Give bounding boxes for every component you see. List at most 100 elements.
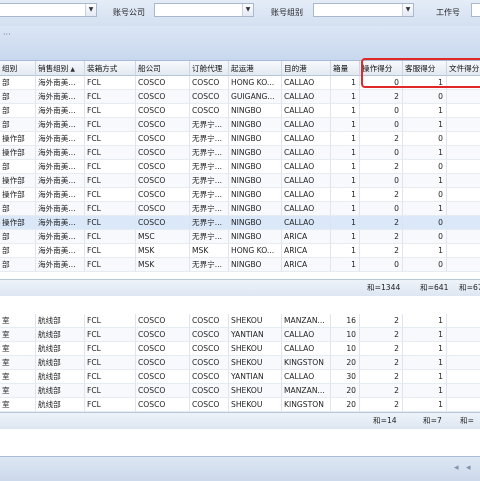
column-header-destination-port[interactable]: 目的港 xyxy=(282,61,331,76)
table-row[interactable]: 部海外南美... FCL COSCO 无界宁... NINGBO CALLAO 1 0 1 xyxy=(0,118,480,132)
table-row[interactable]: 室航线部 FCL COSCO COSCO SHEKOU CALLAO 10 2 1 xyxy=(0,342,480,356)
cell-group: 部 xyxy=(0,90,36,104)
cell-group: 室 xyxy=(0,370,36,384)
prev-page-icon[interactable]: ◂ xyxy=(466,463,471,473)
cell-carrier: COSCO xyxy=(136,104,190,118)
cell-destination-port: CALLAO xyxy=(282,370,331,384)
cell-service-score: 1 xyxy=(403,244,447,258)
cell-carrier: COSCO xyxy=(136,342,190,356)
cell-service-score: 1 xyxy=(403,146,447,160)
table-row[interactable]: 部海外南美... FCL MSK 无界宁... NINGBO ARICA 1 0 0 xyxy=(0,258,480,272)
table-row[interactable]: 操作部 海外南美... FCL COSCO 无界宁... NINGBO CALLAO 1 0 1 xyxy=(0,146,480,160)
cell-container-qty: 1 xyxy=(331,132,360,146)
grid-separator xyxy=(0,296,480,310)
cell-document-score xyxy=(447,230,480,244)
column-header-carrier[interactable]: 船公司 xyxy=(136,61,190,76)
table-row[interactable]: 部海外南美... FCL COSCO 无界宁... NINGBO CALLAO 1 0 1 xyxy=(0,202,480,216)
account-company-select[interactable]: ▼ xyxy=(154,3,254,17)
cell-carrier: COSCO xyxy=(136,174,190,188)
cell-booking-agent: COSCO xyxy=(190,104,229,118)
cell-sales-group: 航线部 xyxy=(36,314,85,328)
cell-origin-port: NINGBO xyxy=(229,118,282,132)
cell-destination-port: MANZAN... xyxy=(282,314,331,328)
cell-destination-port: CALLAO xyxy=(282,104,331,118)
column-header-group[interactable]: 组别 xyxy=(0,61,36,76)
cell-operation-score: 2 xyxy=(360,342,403,356)
table-row[interactable]: 操作部 海外南美... FCL COSCO 无界宁... NINGBO CALLAO 1 2 0 xyxy=(0,132,480,146)
account-group-select[interactable]: ▼ xyxy=(313,3,414,17)
sum-operation-score: 和=1344 xyxy=(367,283,401,292)
cell-sales-group: 海外南美... xyxy=(36,76,85,90)
cell-destination-port: CALLAO xyxy=(282,174,331,188)
cell-group: 室 xyxy=(0,384,36,398)
cell-booking-agent: 无界宁... xyxy=(190,188,229,202)
dropdown-arrow-icon[interactable]: ▼ xyxy=(402,4,413,16)
table-row[interactable]: 部海外南美... FCL MSK MSK HONG KO... ARICA 1 2 1 xyxy=(0,244,480,258)
cell-carrier: COSCO xyxy=(136,202,190,216)
cell-destination-port: CALLAO xyxy=(282,188,331,202)
cell-carrier: COSCO xyxy=(136,118,190,132)
table-row[interactable]: 操作部 海外南美... FCL COSCO 无界宁... NINGBO CALLAO 1 0 1 xyxy=(0,174,480,188)
table-row[interactable]: 操作部 海外南美... FCL COSCO 无界宁... NINGBO CALLAO 1 2 0 xyxy=(0,216,480,230)
filter-input-1[interactable]: ▼ xyxy=(0,3,97,17)
first-page-icon[interactable]: ◂ xyxy=(454,463,459,473)
toolbar-dots-icon[interactable]: ··· xyxy=(3,30,11,39)
cell-packing: FCL xyxy=(85,104,136,118)
cell-origin-port: SHEKOU xyxy=(229,356,282,370)
cell-carrier: COSCO xyxy=(136,314,190,328)
table-row[interactable]: 室航线部 FCL COSCO COSCO SHEKOU KINGSTON 20 2 1 xyxy=(0,356,480,370)
cell-sales-group: 海外南美... xyxy=(36,160,85,174)
table-row[interactable]: 室航线部 FCL COSCO COSCO SHEKOU KINGSTON 20 2 1 xyxy=(0,398,480,412)
column-header-container-qty[interactable]: 箱量 xyxy=(331,61,360,76)
column-header-sales-group[interactable]: 销售组别 ▲ xyxy=(36,61,85,76)
cell-booking-agent: 无界宁... xyxy=(190,216,229,230)
cell-packing: FCL xyxy=(85,216,136,230)
table-row[interactable]: 操作部 海外南美... FCL COSCO 无界宁... NINGBO CALLAO 1 2 0 xyxy=(0,188,480,202)
cell-sales-group: 海外南美... xyxy=(36,118,85,132)
cell-group: 操作部 xyxy=(0,188,36,202)
cell-operation-score: 2 xyxy=(360,90,403,104)
table-row[interactable]: 室航线部 FCL COSCO COSCO SHEKOU MANZAN... 20 2 1 xyxy=(0,384,480,398)
table-row[interactable]: 部海外南美... FCL COSCO COSCO GUIGANG... CALLAO 1 2 0 xyxy=(0,90,480,104)
table-row[interactable]: 部海外南美... FCL MSC 无界宁... NINGBO ARICA 1 2 0 xyxy=(0,230,480,244)
cell-origin-port: YANTIAN xyxy=(229,328,282,342)
cell-group: 操作部 xyxy=(0,174,36,188)
cell-service-score: 0 xyxy=(403,160,447,174)
sort-ascending-icon[interactable]: ▲ xyxy=(70,66,75,73)
table-row[interactable]: 部海外南美... FCL COSCO 无界宁... NINGBO CALLAO 1 2 0 xyxy=(0,160,480,174)
cell-sales-group: 航线部 xyxy=(36,370,85,384)
cell-carrier: MSK xyxy=(136,258,190,272)
column-header-label: 船公司 xyxy=(138,64,161,73)
table-row[interactable]: 部海外南美... FCL COSCO COSCO NINGBO CALLAO 1 0 1 xyxy=(0,104,480,118)
cell-booking-agent: 无界宁... xyxy=(190,230,229,244)
cell-document-score xyxy=(447,356,480,370)
cell-service-score: 1 xyxy=(403,104,447,118)
cell-origin-port: NINGBO xyxy=(229,104,282,118)
column-header-origin-port[interactable]: 起运港 xyxy=(229,61,282,76)
cell-container-qty: 1 xyxy=(331,230,360,244)
cell-container-qty: 20 xyxy=(331,356,360,370)
column-header-label: 销售组别 xyxy=(38,64,69,73)
table-row[interactable]: 室航线部 FCL COSCO COSCO YANTIAN CALLAO 30 2 1 xyxy=(0,370,480,384)
dropdown-arrow-icon[interactable]: ▼ xyxy=(242,4,253,16)
cell-document-score xyxy=(447,174,480,188)
cell-operation-score: 2 xyxy=(360,244,403,258)
cell-document-score xyxy=(447,398,480,412)
cell-packing: FCL xyxy=(85,76,136,90)
cell-operation-score: 2 xyxy=(360,328,403,342)
column-header-label: 装箱方式 xyxy=(87,64,118,73)
bottom-data-grid: 室航线部 FCL COSCO COSCO SHEKOU MANZAN... 16 2 1 室航线部… xyxy=(0,310,480,412)
cell-carrier: COSCO xyxy=(136,160,190,174)
cell-container-qty: 1 xyxy=(331,76,360,90)
cell-origin-port: NINGBO xyxy=(229,132,282,146)
work-no-input[interactable] xyxy=(471,3,480,17)
column-header-booking-agent[interactable]: 订舱代理 xyxy=(190,61,229,76)
column-header-packing[interactable]: 装箱方式 xyxy=(85,61,136,76)
table-row[interactable]: 室航线部 FCL COSCO COSCO YANTIAN CALLAO 10 2 1 xyxy=(0,328,480,342)
cell-group: 室 xyxy=(0,314,36,328)
cell-carrier: COSCO xyxy=(136,146,190,160)
dropdown-arrow-icon[interactable]: ▼ xyxy=(85,4,96,16)
cell-booking-agent: COSCO xyxy=(190,384,229,398)
cell-group: 部 xyxy=(0,104,36,118)
table-row[interactable]: 室航线部 FCL COSCO COSCO SHEKOU MANZAN... 16 2 1 xyxy=(0,314,480,328)
